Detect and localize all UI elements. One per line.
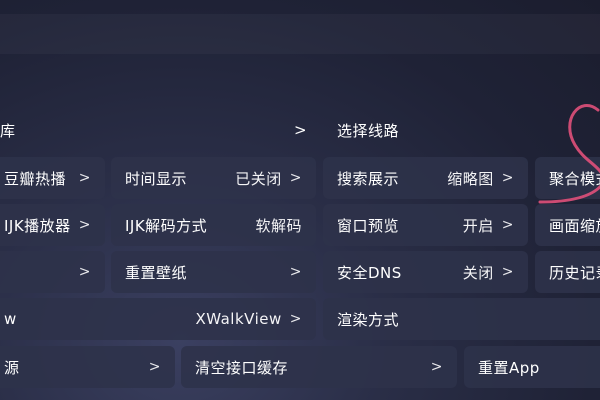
chevron-right-icon: >	[501, 217, 514, 233]
tile-value: 软解码	[255, 216, 302, 235]
tile-value-group: 关闭 >	[463, 262, 514, 283]
chevron-right-icon: >	[148, 359, 161, 375]
tile-label: 清空接口缓存	[195, 358, 289, 377]
tile-label: 源	[4, 358, 20, 377]
render-mode-tile[interactable]: 渲染方式	[323, 298, 600, 340]
tile-value-group: XWalkView >	[195, 310, 302, 328]
chevron-right-icon: >	[78, 217, 91, 233]
chevron-right-icon: >	[430, 359, 443, 375]
chevron-right-icon: >	[78, 264, 91, 280]
reset-app-tile[interactable]: 重置App	[464, 346, 600, 388]
tile-label: w	[4, 310, 17, 328]
chevron-right-icon: >	[294, 121, 308, 139]
search-display-tile[interactable]: 搜索展示 缩略图 >	[323, 157, 528, 199]
chevron-right-icon: >	[501, 264, 514, 280]
tile-value-group: 已关闭 >	[235, 168, 302, 189]
source-tile[interactable]: 源 >	[0, 346, 175, 388]
tile-label: 窗口预览	[337, 216, 400, 235]
cut-off-tile[interactable]: >	[0, 251, 105, 293]
tile-label: 搜索展示	[337, 169, 400, 188]
tile-label: 重置壁纸	[125, 263, 188, 282]
chevron-right-icon: >	[289, 170, 302, 186]
history-tile[interactable]: 历史记录	[535, 251, 600, 293]
chevron-right-icon: >	[501, 170, 514, 186]
ijk-player-tile[interactable]: IJK播放器 >	[0, 204, 105, 246]
ijk-decode-tile[interactable]: IJK解码方式 软解码	[111, 204, 316, 246]
douban-hot-tile[interactable]: 豆瓣热播 >	[0, 157, 105, 199]
library-label[interactable]: 库	[0, 115, 16, 145]
chevron-right-icon: >	[289, 311, 302, 327]
select-route-label[interactable]: 选择线路	[337, 115, 399, 145]
webview-tile[interactable]: w XWalkView >	[0, 298, 316, 340]
tile-label: 重置App	[478, 358, 540, 377]
decorative-swirl-icon	[538, 103, 600, 204]
tile-value: XWalkView	[195, 310, 282, 328]
tile-label: 安全DNS	[337, 263, 402, 282]
top-bar	[0, 14, 600, 54]
tile-value: 开启	[462, 216, 494, 235]
tile-label: IJK播放器	[4, 216, 71, 235]
picture-zoom-tile[interactable]: 画面缩放	[535, 204, 600, 246]
reset-wallpaper-tile[interactable]: 重置壁纸 >	[111, 251, 316, 293]
chevron-right-icon: >	[78, 170, 91, 186]
tile-label: 豆瓣热播	[4, 169, 67, 188]
tile-value: 关闭	[462, 263, 494, 282]
tile-label: 画面缩放	[549, 216, 600, 235]
secure-dns-tile[interactable]: 安全DNS 关闭 >	[323, 251, 528, 293]
tile-value: 缩略图	[447, 169, 494, 188]
tile-value-group: 开启 >	[463, 215, 514, 236]
tile-label: 历史记录	[549, 263, 600, 282]
tile-value-group: 缩略图 >	[447, 168, 514, 189]
tile-value: 已关闭	[235, 169, 282, 188]
window-preview-tile[interactable]: 窗口预览 开启 >	[323, 204, 528, 246]
chevron-right-icon: >	[289, 264, 302, 280]
tile-label: 时间显示	[125, 169, 188, 188]
time-display-tile[interactable]: 时间显示 已关闭 >	[111, 157, 316, 199]
tile-value-group: 软解码	[255, 215, 302, 236]
clear-cache-tile[interactable]: 清空接口缓存 >	[181, 346, 457, 388]
tile-label: IJK解码方式	[125, 216, 208, 235]
tile-label: 渲染方式	[337, 310, 400, 329]
